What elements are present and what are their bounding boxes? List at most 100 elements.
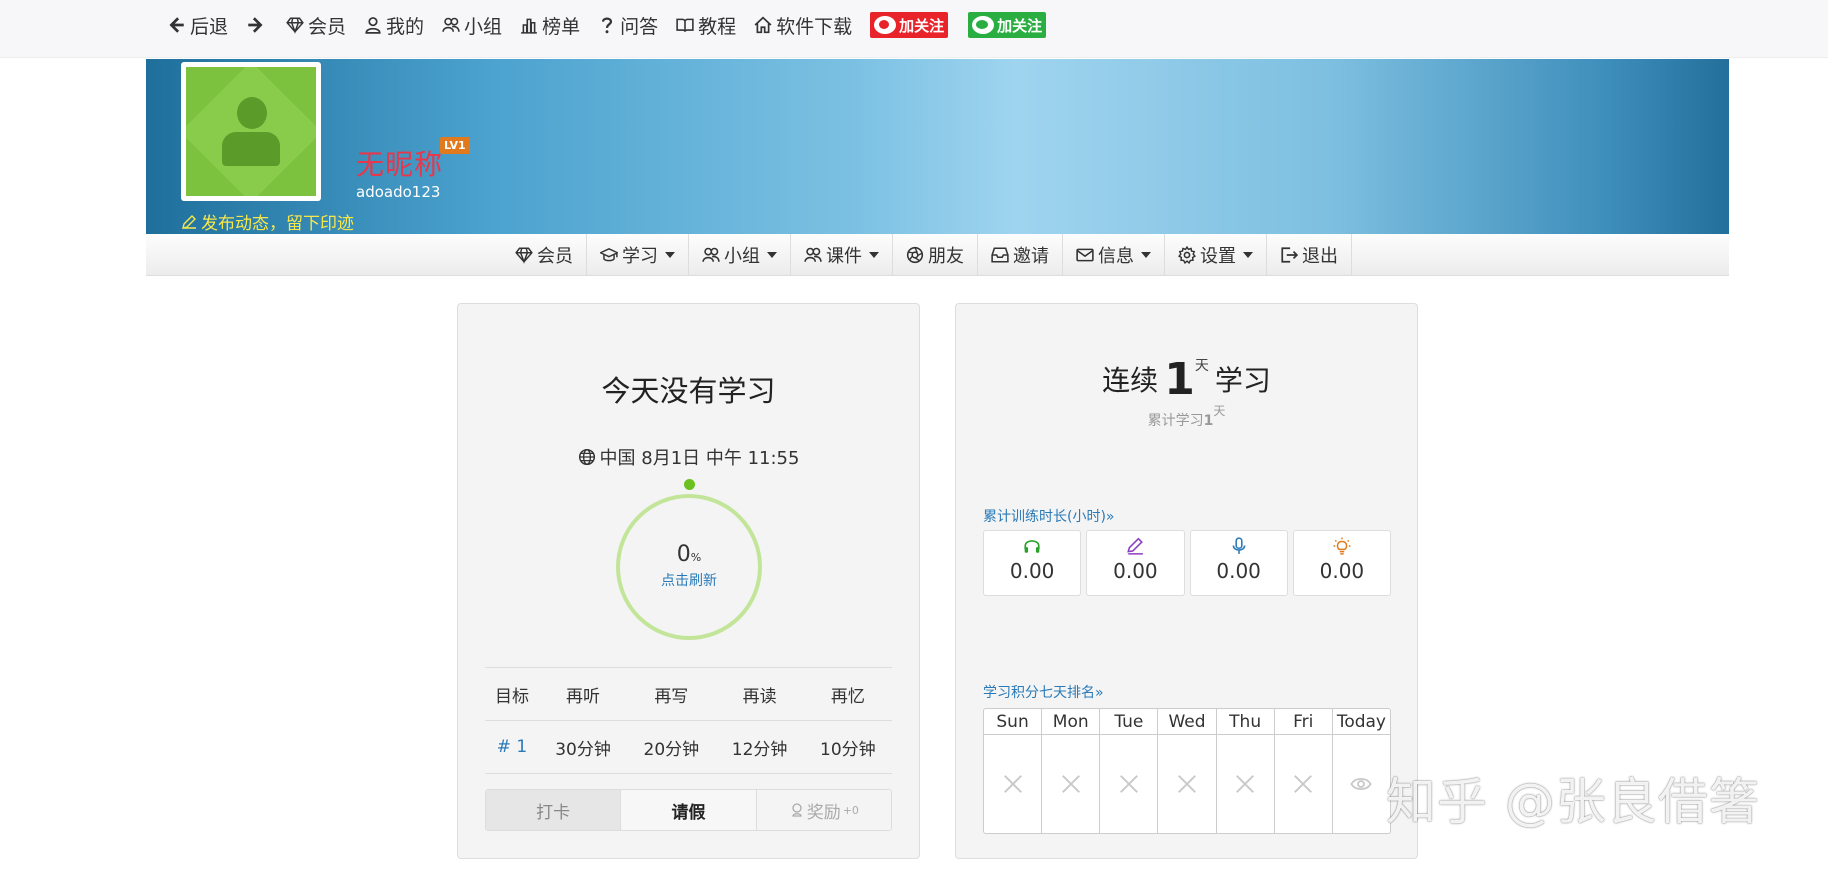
- reading-stat: 0.00: [1189, 530, 1288, 596]
- day-name: Tue: [1100, 709, 1158, 735]
- header-read: 再读: [715, 667, 804, 721]
- listening-stat: 0.00: [983, 530, 1082, 596]
- leave-button[interactable]: 请假: [621, 790, 757, 830]
- mine-link[interactable]: 我的: [364, 12, 424, 39]
- pencil-icon: [1127, 537, 1144, 555]
- aperture-icon: [906, 246, 924, 264]
- chevron-down-icon: [1243, 252, 1253, 258]
- goal-table: 目标 再听 再写 再读 再忆 # 1 30分钟 20分钟 12分钟 10分钟: [485, 667, 892, 774]
- cross-icon: [1061, 775, 1080, 793]
- recall-stat: 0.00: [1292, 530, 1391, 596]
- streak-panel: 连续 1天 学习 累计学习1天 累计训练时长(小时)» 0.00 0.00 0.00…: [955, 303, 1418, 859]
- training-hours-link[interactable]: 累计训练时长(小时)»: [983, 506, 1115, 526]
- graduation-cap-icon: [600, 248, 618, 262]
- cross-icon: [1119, 775, 1138, 793]
- follow-weibo-label: 加关注: [899, 16, 945, 35]
- people-icon: [702, 247, 720, 262]
- groups-link[interactable]: 小组: [442, 12, 502, 39]
- today-panel: 今天没有学习 中国 8月1日 中午 11:55 0% 点击刷新 目标 再听 再写…: [457, 303, 920, 859]
- avatar-image: [186, 67, 316, 196]
- follow-weibo-button[interactable]: 加关注: [870, 12, 949, 38]
- reward-button[interactable]: 奖励 +0: [756, 790, 891, 830]
- nav-study-label: 学习: [622, 246, 658, 267]
- nav-groups-label: 小组: [724, 246, 760, 267]
- reward-count: +0: [842, 803, 859, 817]
- header-recall: 再忆: [803, 667, 892, 721]
- streak-prefix: 连续: [1102, 364, 1159, 397]
- nav-invite[interactable]: 邀请: [978, 234, 1063, 276]
- nav-messages[interactable]: 信息: [1063, 234, 1165, 276]
- eye-icon[interactable]: [1350, 773, 1373, 795]
- chevron-down-icon: [767, 252, 777, 258]
- day-column: Mon: [1042, 709, 1101, 833]
- nickname: 无昵称: [356, 148, 444, 181]
- nav-settings[interactable]: 设置: [1165, 234, 1267, 276]
- back-button[interactable]: 后退: [168, 12, 228, 39]
- question-icon: [602, 17, 613, 34]
- avatar-body: [222, 132, 280, 166]
- streak-days: 1: [1164, 354, 1195, 405]
- nav-courseware-label: 课件: [826, 246, 862, 267]
- arrow-right-icon: [248, 17, 263, 33]
- day-name: Today: [1332, 709, 1390, 735]
- post-status-label: 发布动态，留下印迹: [201, 214, 354, 234]
- gear-icon: [1178, 246, 1196, 264]
- nav-logout[interactable]: 退出: [1267, 234, 1352, 276]
- level-badge: LV1: [440, 137, 470, 154]
- inbox-icon: [991, 247, 1009, 263]
- globe-icon: [578, 448, 595, 466]
- book-icon: [676, 18, 694, 32]
- arrow-left-icon: [169, 17, 184, 33]
- tutorials-link[interactable]: 教程: [676, 12, 736, 39]
- weekly-ranking-link[interactable]: 学习积分七天排名»: [983, 682, 1104, 702]
- nav-courseware[interactable]: 课件: [791, 234, 893, 276]
- day-name: Wed: [1158, 709, 1216, 735]
- pencil-icon: [182, 214, 196, 229]
- day-column: Tue: [1100, 709, 1159, 833]
- writing-stat: 0.00: [1086, 530, 1185, 596]
- rankings-link[interactable]: 榜单: [520, 12, 580, 39]
- nav-invite-label: 邀请: [1013, 246, 1049, 267]
- avatar[interactable]: [181, 62, 321, 201]
- bar-chart-icon: [521, 18, 537, 34]
- nav-groups[interactable]: 小组: [689, 234, 791, 276]
- nav-members-label: 会员: [537, 246, 573, 267]
- groups-label: 小组: [464, 15, 503, 38]
- day-name: Mon: [1042, 709, 1100, 735]
- reward-icon: [792, 803, 802, 817]
- people-icon: [442, 17, 460, 32]
- qa-link[interactable]: 问答: [598, 12, 658, 39]
- today-title: 今天没有学习: [601, 374, 776, 408]
- goal-number-link[interactable]: # 1: [485, 720, 539, 774]
- checkin-button[interactable]: 打卡: [486, 790, 622, 830]
- post-status-link[interactable]: 发布动态，留下印迹: [181, 209, 354, 234]
- logout-icon: [1281, 247, 1298, 263]
- members-label: 会员: [308, 15, 347, 38]
- qa-label: 问答: [620, 15, 659, 38]
- refresh-link[interactable]: 点击刷新: [620, 570, 758, 590]
- progress-indicator-dot: [684, 479, 695, 490]
- action-button-group: 打卡 请假 奖励 +0: [485, 789, 892, 831]
- recall-hours: 0.00: [1319, 559, 1365, 583]
- download-link[interactable]: 软件下载: [754, 12, 852, 39]
- datetime-text: 中国 8月1日 中午 11:55: [599, 448, 800, 469]
- progress-ring[interactable]: 0% 点击刷新: [616, 494, 762, 640]
- nav-study[interactable]: 学习: [587, 234, 689, 276]
- read-minutes: 12分钟: [715, 720, 804, 774]
- download-label: 软件下载: [776, 15, 853, 38]
- home-icon: [754, 16, 772, 34]
- forward-button[interactable]: [246, 16, 268, 34]
- members-link[interactable]: 会员: [286, 12, 346, 39]
- listen-minutes: 30分钟: [538, 720, 628, 774]
- wechat-icon: [972, 16, 995, 34]
- nav-members[interactable]: 会员: [502, 234, 587, 276]
- total-study-days: 累计学习1天: [1147, 404, 1226, 429]
- reading-hours: 0.00: [1216, 559, 1261, 583]
- people-icon: [804, 247, 822, 262]
- profile-banner: 无昵称 LV1 adoado123 发布动态，留下印迹: [146, 59, 1729, 234]
- rankings-label: 榜单: [542, 15, 581, 38]
- day-column: Fri: [1274, 709, 1333, 833]
- training-stats: 0.00 0.00 0.00 0.00: [983, 530, 1391, 596]
- follow-wechat-button[interactable]: 加关注: [968, 12, 1047, 38]
- nav-friends[interactable]: 朋友: [893, 234, 978, 276]
